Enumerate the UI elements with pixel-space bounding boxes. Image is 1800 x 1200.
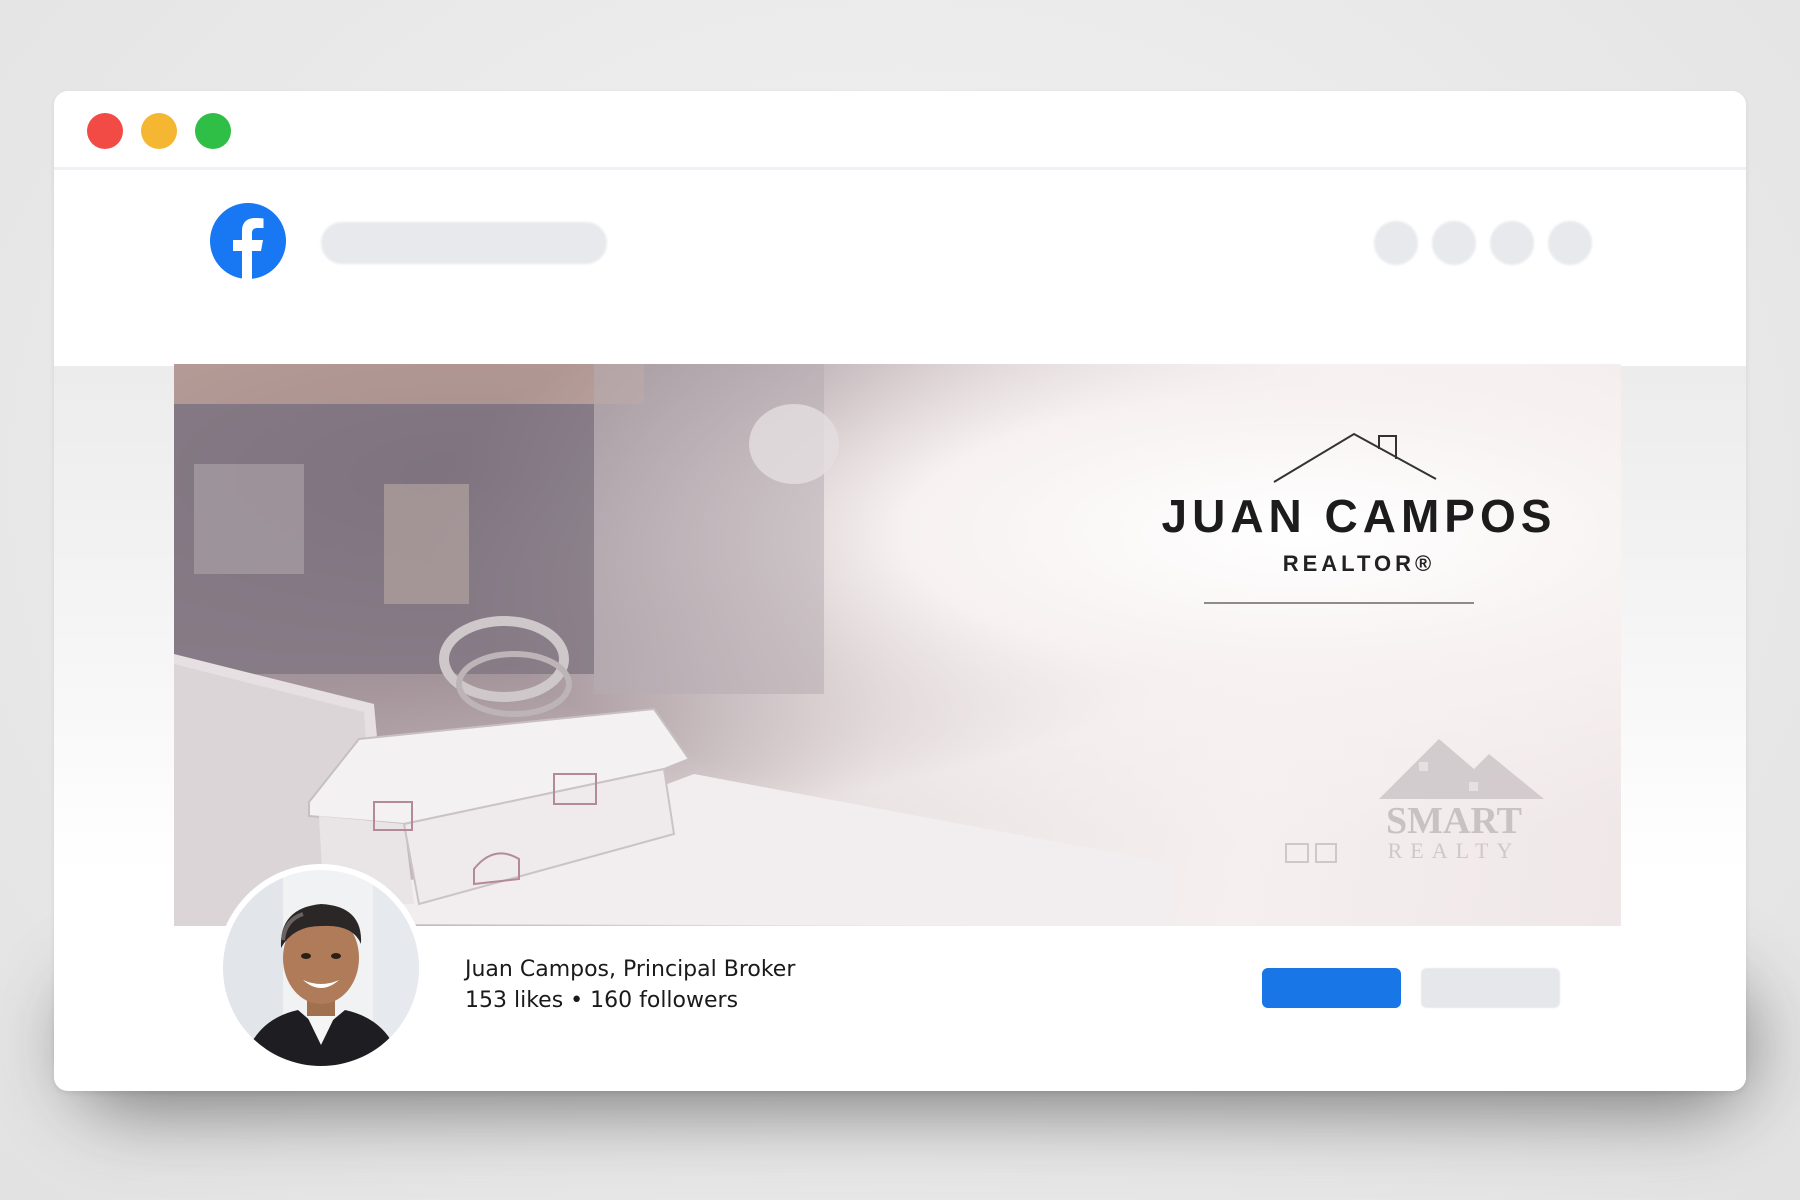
cover-brand-name: JUAN CAMPOS — [1161, 490, 1557, 542]
cover-brand-subtitle: REALTOR® — [1282, 551, 1436, 576]
broker-logo-realty: REALTY — [1387, 838, 1521, 863]
minimize-window-button[interactable] — [141, 113, 177, 149]
header-menu-button[interactable] — [1374, 221, 1418, 265]
facebook-icon[interactable] — [209, 202, 287, 280]
profile-stats: 153 likes • 160 followers — [465, 988, 739, 1013]
facebook-header — [54, 170, 1746, 366]
profile-photo-portrait — [223, 870, 419, 1066]
close-window-button[interactable] — [87, 113, 123, 149]
header-notifications-button[interactable] — [1490, 221, 1534, 265]
header-messenger-button[interactable] — [1432, 221, 1476, 265]
header-account-button[interactable] — [1548, 221, 1592, 265]
title-bar — [54, 91, 1746, 170]
profile-name: Juan Campos, Principal Broker — [465, 957, 796, 982]
browser-window: JUAN CAMPOS REALTOR® SMART REALTY Juan C… — [54, 91, 1746, 1091]
primary-action-button[interactable] — [1262, 968, 1401, 1008]
profile-avatar[interactable] — [223, 870, 419, 1066]
search-bar[interactable] — [321, 222, 607, 264]
cover-photo[interactable]: JUAN CAMPOS REALTOR® SMART REALTY — [174, 364, 1621, 926]
broker-logo-smart: SMART — [1386, 800, 1522, 842]
secondary-action-button[interactable] — [1421, 968, 1560, 1008]
maximize-window-button[interactable] — [195, 113, 231, 149]
